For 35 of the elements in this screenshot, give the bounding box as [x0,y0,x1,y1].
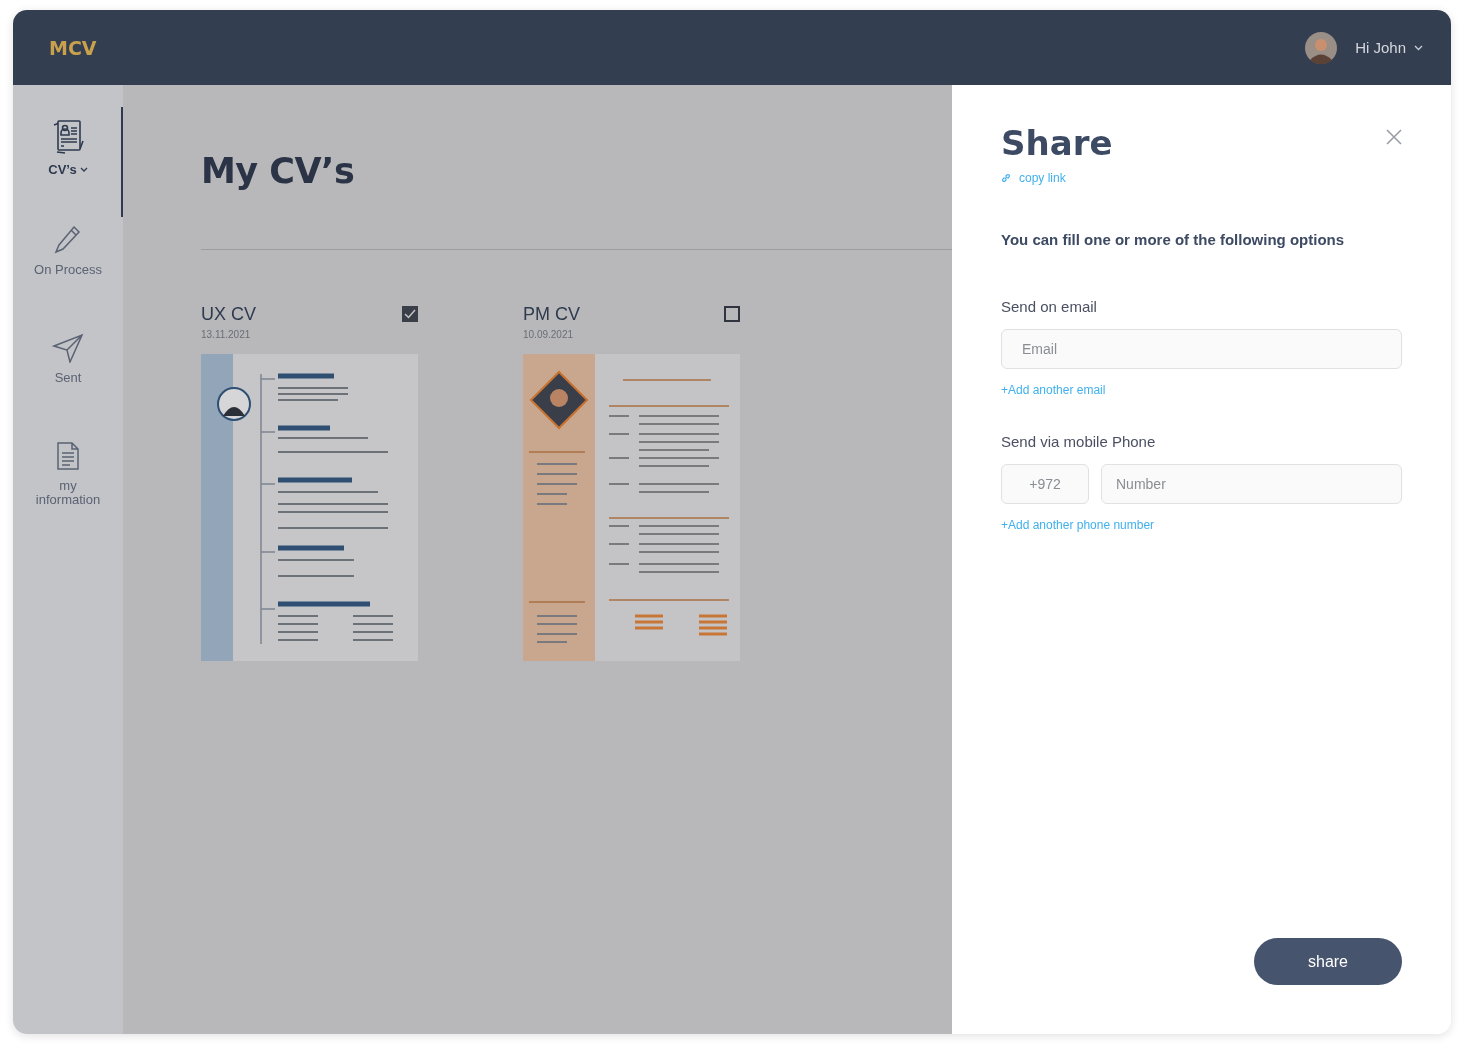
email-field[interactable]: Email [1001,329,1402,369]
add-email-link[interactable]: +Add another email [1001,383,1106,397]
document-icon [56,441,80,471]
checkbox[interactable] [724,306,740,322]
cv-name: PM CV [523,304,580,325]
cv-date: 10.09.2021 [523,329,575,340]
checkbox[interactable] [402,306,418,322]
pencil-icon [54,225,82,255]
paper-plane-icon [52,333,84,363]
instruction-text: You can fill one or more of the following options [1001,231,1346,248]
chevron-down-icon[interactable] [1414,44,1423,51]
sidebar-item[interactable]: Sent [13,333,123,421]
link-icon [1001,173,1011,183]
section-label: Send via mobile Phone [1001,433,1157,450]
chevron-down-icon [79,167,88,174]
add-phone-link[interactable]: +Add another phone number [1001,518,1155,532]
country-code-field[interactable]: +972 [1001,464,1089,504]
share-button[interactable]: share [1254,938,1402,985]
user-menu[interactable]: Hi John [1355,39,1406,56]
nav-label: my information [34,479,102,508]
cv-date: 13.11.2021 [201,329,252,340]
nav-label: On Process [33,263,103,278]
sidebar-item[interactable]: On Process [13,225,123,313]
page-title: My CV’s [201,151,356,191]
nav-label: Sent [53,371,83,386]
sidebar-item[interactable]: my information [13,441,123,529]
nav-label: CV’s [48,163,77,178]
phone-number-field[interactable]: Number [1101,464,1402,504]
cv-name: UX CV [201,304,256,325]
copy-link[interactable]: copy link [1001,171,1066,185]
panel-title: Share [1001,123,1113,163]
section-label: Send on email [1001,298,1098,315]
close-icon[interactable] [1386,129,1402,145]
logo: MCV [49,36,97,59]
avatar-icon[interactable] [1305,31,1338,64]
